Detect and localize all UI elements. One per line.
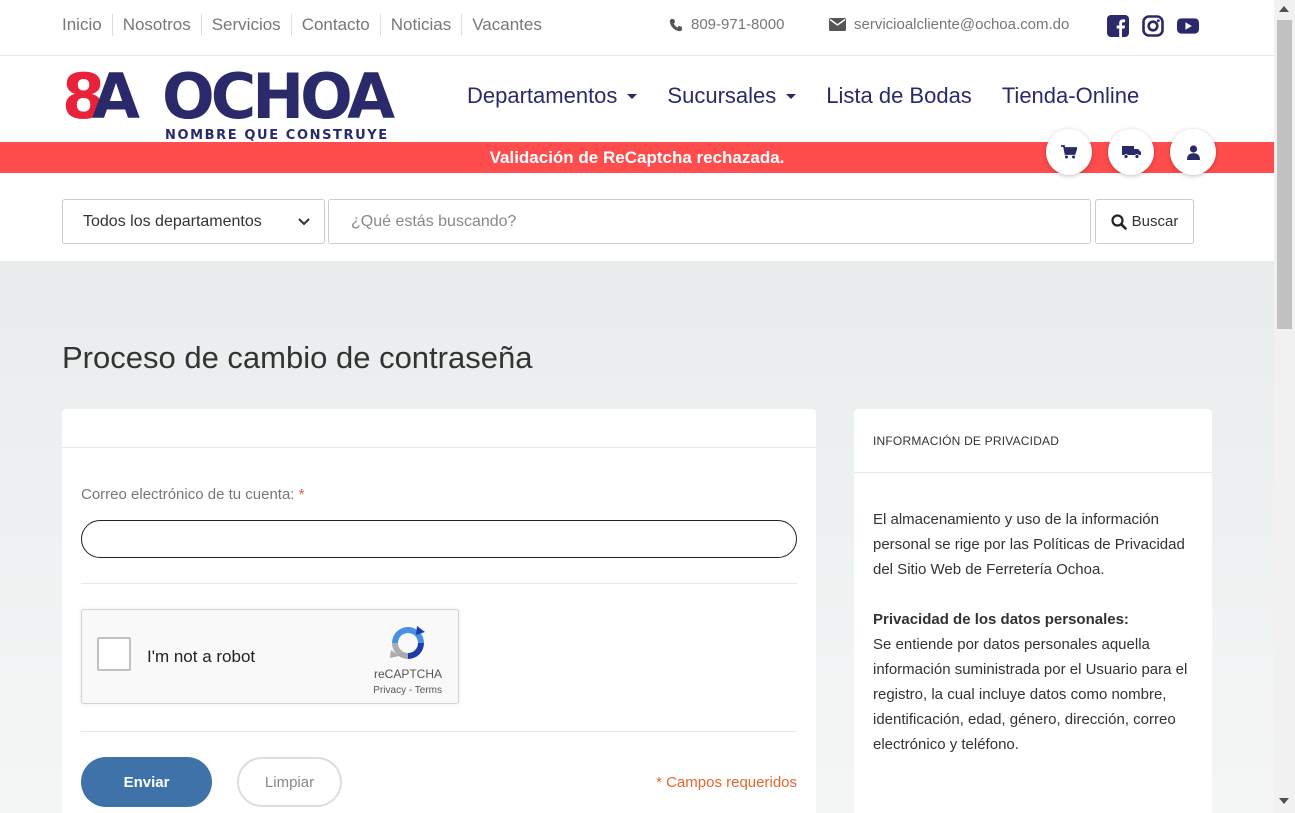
page-title: Proceso de cambio de contraseña [62,340,533,375]
svg-text:A: A [92,62,140,133]
department-select-value: Todos los departamentos [83,212,262,230]
envelope-icon [829,18,846,31]
top-nav-vacantes[interactable]: Vacantes [461,14,552,36]
facebook-icon[interactable] [1107,15,1129,37]
youtube-icon[interactable] [1177,15,1199,37]
svg-text:OCHOA: OCHOA [162,62,395,133]
recaptcha-brand: reCAPTCHA [373,667,442,681]
top-nav-inicio[interactable]: Inicio [62,14,112,36]
search-icon [1111,213,1127,230]
scroll-up-arrow-icon[interactable] [1279,6,1289,12]
search-button[interactable]: Buscar [1095,199,1194,244]
top-nav-servicios[interactable]: Servicios [200,14,291,36]
email-address: servicioalcliente@ochoa.com.do [854,16,1070,33]
page-scrollbar[interactable] [1274,0,1295,813]
department-select[interactable]: Todos los departamentos [62,199,325,244]
nav-sucursales-label: Sucursales [667,83,777,108]
submit-button[interactable]: Enviar [81,757,212,807]
account-button[interactable] [1170,129,1216,175]
truck-icon [1121,146,1141,159]
topbar: Inicio Nosotros Servicios Contacto Notic… [0,0,1274,56]
cart-icon [1061,145,1077,159]
privacy-heading: INFORMACIÓN DE PRIVACIDAD [854,409,1212,473]
instagram-icon[interactable] [1142,15,1164,37]
nav-tienda-online[interactable]: Tienda-Online [1002,83,1139,109]
top-nav: Inicio Nosotros Servicios Contacto Notic… [62,14,552,36]
social-links [1107,15,1212,37]
required-fields-note: * Campos requeridos [656,774,797,791]
recaptcha-logo-icon [390,626,425,659]
email-link[interactable]: servicioalcliente@ochoa.com.do [829,16,1069,33]
recaptcha-checkbox[interactable] [97,637,131,671]
delivery-button[interactable] [1108,129,1154,175]
search-button-label: Buscar [1131,213,1179,230]
clear-button[interactable]: Limpiar [237,757,342,807]
divider [81,583,797,584]
email-label-text: Correo electrónico de tu cuenta: [81,486,295,503]
privacy-paragraph: Se entiende por datos personales aquella… [873,636,1188,753]
svg-text:NOMBRE QUE CONSTRUYE: NOMBRE QUE CONSTRUYE [165,128,389,142]
search-input[interactable] [328,199,1091,244]
caret-down-icon [786,93,797,99]
recaptcha-label: I'm not a robot [147,647,256,666]
recaptcha-privacy-terms[interactable]: Privacy - Terms [373,685,442,696]
cart-button[interactable] [1046,129,1092,175]
chevron-down-icon [298,217,310,225]
top-nav-noticias[interactable]: Noticias [379,14,461,36]
main-nav: Departamentos Sucursales Lista de Bodas … [467,83,1169,109]
top-nav-nosotros[interactable]: Nosotros [111,14,201,36]
top-nav-contacto[interactable]: Contacto [290,14,380,36]
phone-icon [669,18,683,31]
user-icon [1186,144,1200,160]
privacy-info-card: INFORMACIÓN DE PRIVACIDAD El almacenamie… [854,409,1212,813]
privacy-paragraph: El almacenamiento y uso de la informació… [873,511,1185,578]
recaptcha-widget: I'm not a robot reCAPTCHA Privacy - Term… [81,609,459,704]
nav-departamentos-label: Departamentos [467,83,618,108]
required-asterisk: * [298,486,305,503]
scroll-down-arrow-icon[interactable] [1279,798,1289,804]
phone-link[interactable]: 809-971-8000 [669,16,784,33]
privacy-body: El almacenamiento y uso de la informació… [854,473,1212,757]
password-reset-form: Correo electrónico de tu cuenta: * I'm n… [62,409,816,813]
caret-down-icon [627,93,638,99]
privacy-subheading: Privacidad de los datos personales: [873,611,1129,628]
divider [81,731,797,732]
ochoa-logo[interactable]: 8 A OCHOA NOMBRE QUE CONSTRUYE [62,60,418,143]
nav-departamentos[interactable]: Departamentos [467,83,638,109]
nav-sucursales[interactable]: Sucursales [667,83,797,109]
phone-number: 809-971-8000 [691,16,785,33]
scroll-thumb[interactable] [1277,20,1292,329]
email-field[interactable] [81,520,797,558]
email-field-label: Correo electrónico de tu cuenta: * [81,486,304,503]
form-card-header [62,409,816,448]
nav-lista-de-bodas[interactable]: Lista de Bodas [826,83,972,109]
